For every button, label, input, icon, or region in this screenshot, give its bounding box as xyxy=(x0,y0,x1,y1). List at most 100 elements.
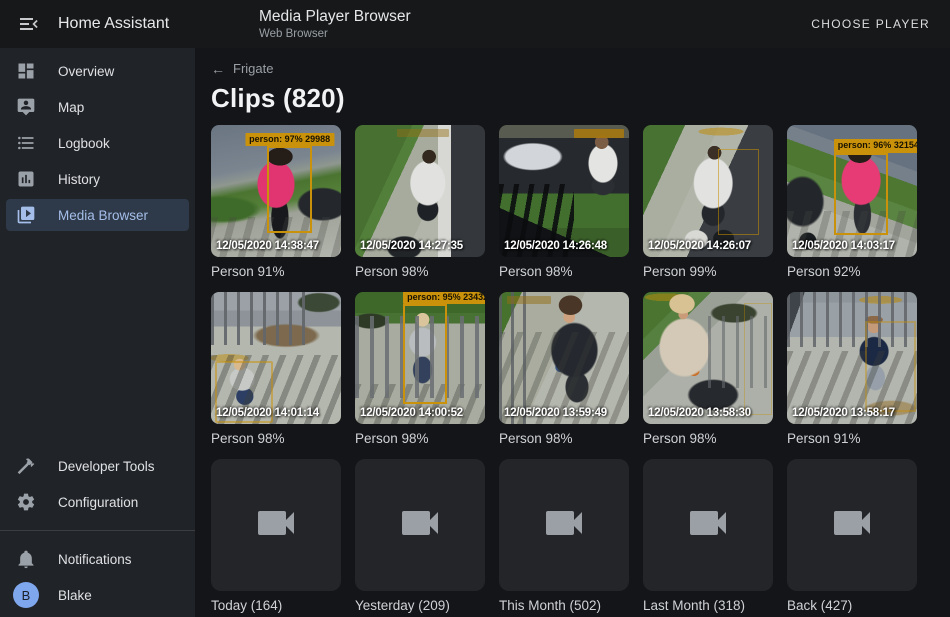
gear-icon xyxy=(16,492,36,512)
sidebar-item-map[interactable]: Map xyxy=(6,91,189,123)
sidebar: Overview Map Logbook History Media Brows… xyxy=(0,48,195,617)
clip-caption: Person 98% xyxy=(499,430,629,447)
hammer-icon xyxy=(16,456,36,476)
back-label: Frigate xyxy=(233,61,273,76)
folder-card-this-month[interactable]: This Month (502) xyxy=(499,459,629,614)
folder-card-last-month[interactable]: Last Month (318) xyxy=(643,459,773,614)
folder-caption: Back (427) xyxy=(787,597,917,614)
clip-thumbnail: 12/05/2020 13:58:17 xyxy=(787,292,917,424)
media-player-header: Media Player Browser Web Browser xyxy=(259,7,411,42)
clip-caption: Person 98% xyxy=(211,430,341,447)
video-icon xyxy=(684,499,732,552)
clip-card[interactable]: 12/05/2020 13:58:17 Person 91% xyxy=(787,292,917,447)
clip-card[interactable]: person: 97% 29988 12/05/2020 14:38:47 Pe… xyxy=(211,125,341,280)
folder-caption: This Month (502) xyxy=(499,597,629,614)
clip-timestamp: 12/05/2020 13:58:17 xyxy=(792,407,895,419)
clip-caption: Person 91% xyxy=(211,263,341,280)
chart-box-icon xyxy=(16,169,36,189)
clip-thumbnail: person: 97% 29988 12/05/2020 14:38:47 xyxy=(211,125,341,257)
clip-caption: Person 92% xyxy=(787,263,917,280)
clip-thumbnail: 12/05/2020 13:58:30 xyxy=(643,292,773,424)
sidebar-item-developer-tools[interactable]: Developer Tools xyxy=(6,450,189,482)
back-arrow-icon: ← xyxy=(211,62,225,76)
list-bulleted-icon xyxy=(16,133,36,153)
clip-timestamp: 12/05/2020 14:26:07 xyxy=(648,240,751,252)
sidebar-item-label: Developer Tools xyxy=(58,459,155,474)
sidebar-item-media-browser[interactable]: Media Browser xyxy=(6,199,189,231)
clip-caption: Person 91% xyxy=(787,430,917,447)
clip-thumbnail: 12/05/2020 14:27:35 xyxy=(355,125,485,257)
sidebar-item-label: History xyxy=(58,172,100,187)
sidebar-item-logbook[interactable]: Logbook xyxy=(6,127,189,159)
detection-label: person: 97% 29988 xyxy=(245,133,334,146)
sidebar-item-profile[interactable]: B Blake xyxy=(6,579,189,611)
folder-thumbnail xyxy=(211,459,341,591)
back-button[interactable]: ← Frigate xyxy=(211,60,273,77)
clip-card[interactable]: 12/05/2020 13:59:49 Person 98% xyxy=(499,292,629,447)
thumb-decor xyxy=(708,316,773,389)
clip-timestamp: 12/05/2020 14:01:14 xyxy=(216,407,319,419)
sidebar-item-overview[interactable]: Overview xyxy=(6,55,189,87)
sidebar-item-configuration[interactable]: Configuration xyxy=(6,486,189,518)
play-box-multiple-icon xyxy=(16,205,36,225)
sidebar-item-label: Configuration xyxy=(58,495,138,510)
clip-thumbnail: 12/05/2020 14:26:07 xyxy=(643,125,773,257)
folder-thumbnail xyxy=(787,459,917,591)
clip-card[interactable]: 12/05/2020 14:01:14 Person 98% xyxy=(211,292,341,447)
thumb-decor xyxy=(499,292,528,424)
view-dashboard-icon xyxy=(16,61,36,81)
clip-thumbnail: 12/05/2020 13:59:49 xyxy=(499,292,629,424)
sidebar-item-history[interactable]: History xyxy=(6,163,189,195)
sidebar-item-label: Logbook xyxy=(58,136,110,151)
sidebar-toggle-button[interactable] xyxy=(16,12,40,36)
sidebar-item-label: Notifications xyxy=(58,552,132,567)
folder-thumbnail xyxy=(355,459,485,591)
clip-card[interactable]: 12/05/2020 14:26:48 Person 98% xyxy=(499,125,629,280)
clip-timestamp: 12/05/2020 14:27:35 xyxy=(360,240,463,252)
clip-timestamp: 12/05/2020 14:26:48 xyxy=(504,240,607,252)
clip-card[interactable]: 12/05/2020 13:58:30 Person 98% xyxy=(643,292,773,447)
clip-caption: Person 98% xyxy=(355,430,485,447)
page-title: Media Player Browser xyxy=(259,7,411,26)
clip-caption: Person 98% xyxy=(643,430,773,447)
detection-box: person: 97% 29988 xyxy=(267,146,313,233)
clip-card[interactable]: person: 96% 32154 12/05/2020 14:03:17 Pe… xyxy=(787,125,917,280)
clip-timestamp: 12/05/2020 14:03:17 xyxy=(792,240,895,252)
detection-label: person: 95% 23432 xyxy=(403,292,485,304)
bell-icon xyxy=(16,549,36,569)
folder-caption: Last Month (318) xyxy=(643,597,773,614)
clip-thumbnail: 12/05/2020 14:01:14 xyxy=(211,292,341,424)
app-header: Home Assistant Media Player Browser Web … xyxy=(0,0,950,48)
thumb-decor xyxy=(211,292,305,345)
page-subtitle: Web Browser xyxy=(259,27,411,41)
sidebar-item-label: Media Browser xyxy=(58,208,148,223)
video-icon xyxy=(252,499,300,552)
user-name: Blake xyxy=(58,588,92,603)
clip-timestamp: 12/05/2020 13:59:49 xyxy=(504,407,607,419)
clip-thumbnail: person: 96% 32154 12/05/2020 14:03:17 xyxy=(787,125,917,257)
clip-timestamp: 12/05/2020 14:00:52 xyxy=(360,407,463,419)
clip-timestamp: 12/05/2020 13:58:30 xyxy=(648,407,751,419)
video-icon xyxy=(540,499,588,552)
media-browser-content: ← Frigate Clips (820) person: 97% 29988 … xyxy=(195,48,950,617)
clip-caption: Person 98% xyxy=(355,263,485,280)
avatar: B xyxy=(13,582,39,608)
sidebar-item-label: Map xyxy=(58,100,84,115)
folder-card-yesterday[interactable]: Yesterday (209) xyxy=(355,459,485,614)
folder-card-today[interactable]: Today (164) xyxy=(211,459,341,614)
folder-thumbnail xyxy=(499,459,629,591)
folder-caption: Today (164) xyxy=(211,597,341,614)
clip-card[interactable]: 12/05/2020 14:26:07 Person 99% xyxy=(643,125,773,280)
sidebar-divider xyxy=(0,530,195,531)
clip-thumbnail: person: 95% 23432 12/05/2020 14:00:52 xyxy=(355,292,485,424)
sidebar-footer: Developer Tools Configuration Notificati… xyxy=(0,448,195,617)
choose-player-button[interactable]: CHOOSE PLAYER xyxy=(805,0,936,48)
clip-card[interactable]: person: 95% 23432 12/05/2020 14:00:52 Pe… xyxy=(355,292,485,447)
folder-card-back[interactable]: Back (427) xyxy=(787,459,917,614)
clip-card[interactable]: 12/05/2020 14:27:35 Person 98% xyxy=(355,125,485,280)
thumb-decor xyxy=(787,292,917,347)
detection-box: person: 96% 32154 xyxy=(834,153,889,235)
video-icon xyxy=(828,499,876,552)
sidebar-item-notifications[interactable]: Notifications xyxy=(6,543,189,575)
video-icon xyxy=(396,499,444,552)
